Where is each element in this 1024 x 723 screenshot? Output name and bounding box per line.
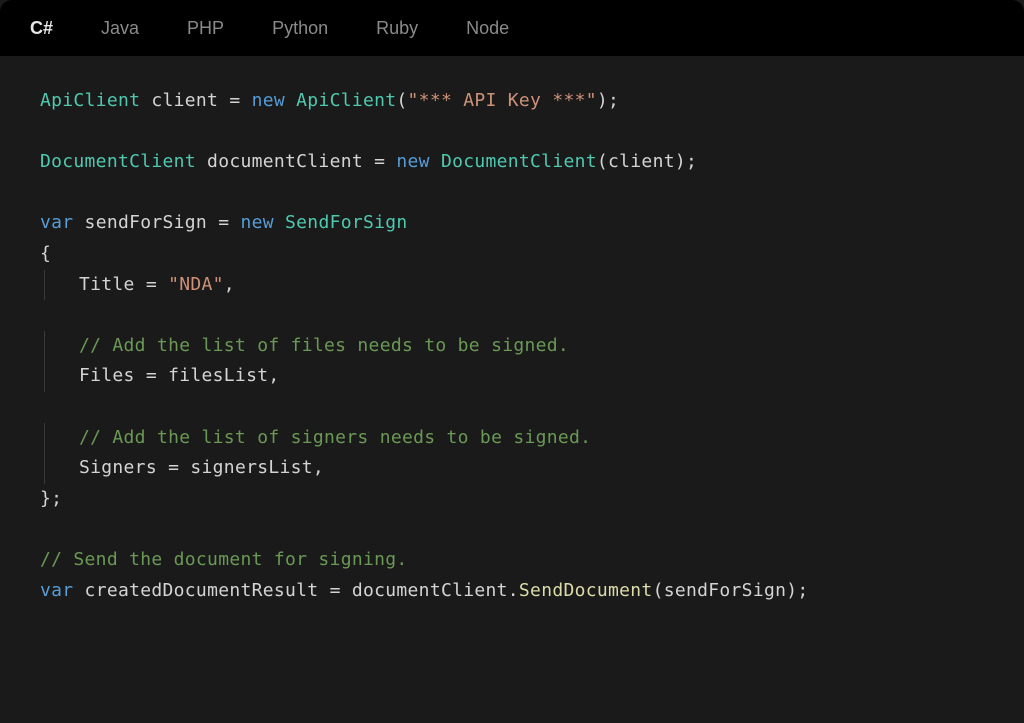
- token-keyword: new: [385, 151, 441, 172]
- language-tabs: C# Java PHP Python Ruby Node: [0, 0, 1024, 56]
- token-punc: =: [218, 212, 229, 233]
- token-punc: );: [675, 151, 697, 172]
- token-keyword: var: [40, 212, 73, 233]
- token-ident: filesList: [168, 365, 268, 386]
- tab-python[interactable]: Python: [272, 14, 328, 43]
- token-punc: (: [597, 151, 608, 172]
- token-type: ApiClient: [296, 90, 396, 111]
- token-punc: .: [508, 580, 519, 601]
- token-type: DocumentClient: [40, 151, 196, 172]
- token-keyword: new: [240, 90, 296, 111]
- code-line: };: [40, 484, 984, 515]
- token-ident: sendForSign: [664, 580, 787, 601]
- code-line: {: [40, 239, 984, 270]
- code-line-blank: [40, 117, 984, 148]
- code-line: // Add the list of files needs to be sig…: [40, 331, 984, 362]
- token-ident: sendForSign: [73, 212, 218, 233]
- code-line: Files = filesList,: [40, 361, 984, 392]
- token-prop: Signers: [79, 457, 168, 478]
- code-line: // Add the list of signers needs to be s…: [40, 423, 984, 454]
- tab-ruby[interactable]: Ruby: [376, 14, 418, 43]
- token-keyword: new: [229, 212, 285, 233]
- token-prop: Title: [79, 274, 146, 295]
- token-ident: createdDocumentResult: [73, 580, 329, 601]
- token-punc: ,: [313, 457, 324, 478]
- code-line: Signers = signersList,: [40, 453, 984, 484]
- tab-csharp[interactable]: C#: [30, 14, 53, 43]
- token-punc: =: [146, 274, 168, 295]
- token-punc: =: [330, 580, 352, 601]
- token-ident: signersList: [190, 457, 313, 478]
- token-punc: (: [396, 90, 407, 111]
- tab-java[interactable]: Java: [101, 14, 139, 43]
- token-punc: =: [374, 151, 385, 172]
- code-line: var createdDocumentResult = documentClie…: [40, 576, 984, 607]
- token-keyword: var: [40, 580, 73, 601]
- code-line: ApiClient client = new ApiClient("*** AP…: [40, 86, 984, 117]
- token-string: "*** API Key ***": [408, 90, 597, 111]
- token-comment: // Send the document for signing.: [40, 549, 408, 570]
- token-punc: ,: [268, 365, 279, 386]
- token-punc: (: [653, 580, 664, 601]
- token-punc: =: [146, 365, 168, 386]
- code-line: var sendForSign = new SendForSign: [40, 208, 984, 239]
- token-punc: ,: [224, 274, 235, 295]
- code-line: Title = "NDA",: [40, 270, 984, 301]
- code-line: DocumentClient documentClient = new Docu…: [40, 147, 984, 178]
- token-ident: client: [608, 151, 675, 172]
- token-string: "NDA": [168, 274, 224, 295]
- token-punc: );: [597, 90, 619, 111]
- tab-node[interactable]: Node: [466, 14, 509, 43]
- token-prop: Files: [79, 365, 146, 386]
- token-type: DocumentClient: [441, 151, 597, 172]
- code-line-blank: [40, 178, 984, 209]
- token-punc: {: [40, 243, 51, 264]
- code-line-blank: [40, 514, 984, 545]
- code-line-blank: [40, 300, 984, 331]
- token-type: SendForSign: [285, 212, 408, 233]
- token-ident: documentClient: [352, 580, 508, 601]
- token-punc: =: [168, 457, 190, 478]
- token-ident: client: [140, 90, 229, 111]
- token-punc: };: [40, 488, 62, 509]
- token-ident: documentClient: [196, 151, 374, 172]
- token-comment: // Add the list of signers needs to be s…: [79, 427, 591, 448]
- token-comment: // Add the list of files needs to be sig…: [79, 335, 569, 356]
- code-line: // Send the document for signing.: [40, 545, 984, 576]
- code-editor[interactable]: ApiClient client = new ApiClient("*** AP…: [0, 56, 1024, 636]
- token-method: SendDocument: [519, 580, 653, 601]
- token-punc: );: [786, 580, 808, 601]
- code-line-blank: [40, 392, 984, 423]
- token-punc: =: [229, 90, 240, 111]
- token-type: ApiClient: [40, 90, 140, 111]
- tab-php[interactable]: PHP: [187, 14, 224, 43]
